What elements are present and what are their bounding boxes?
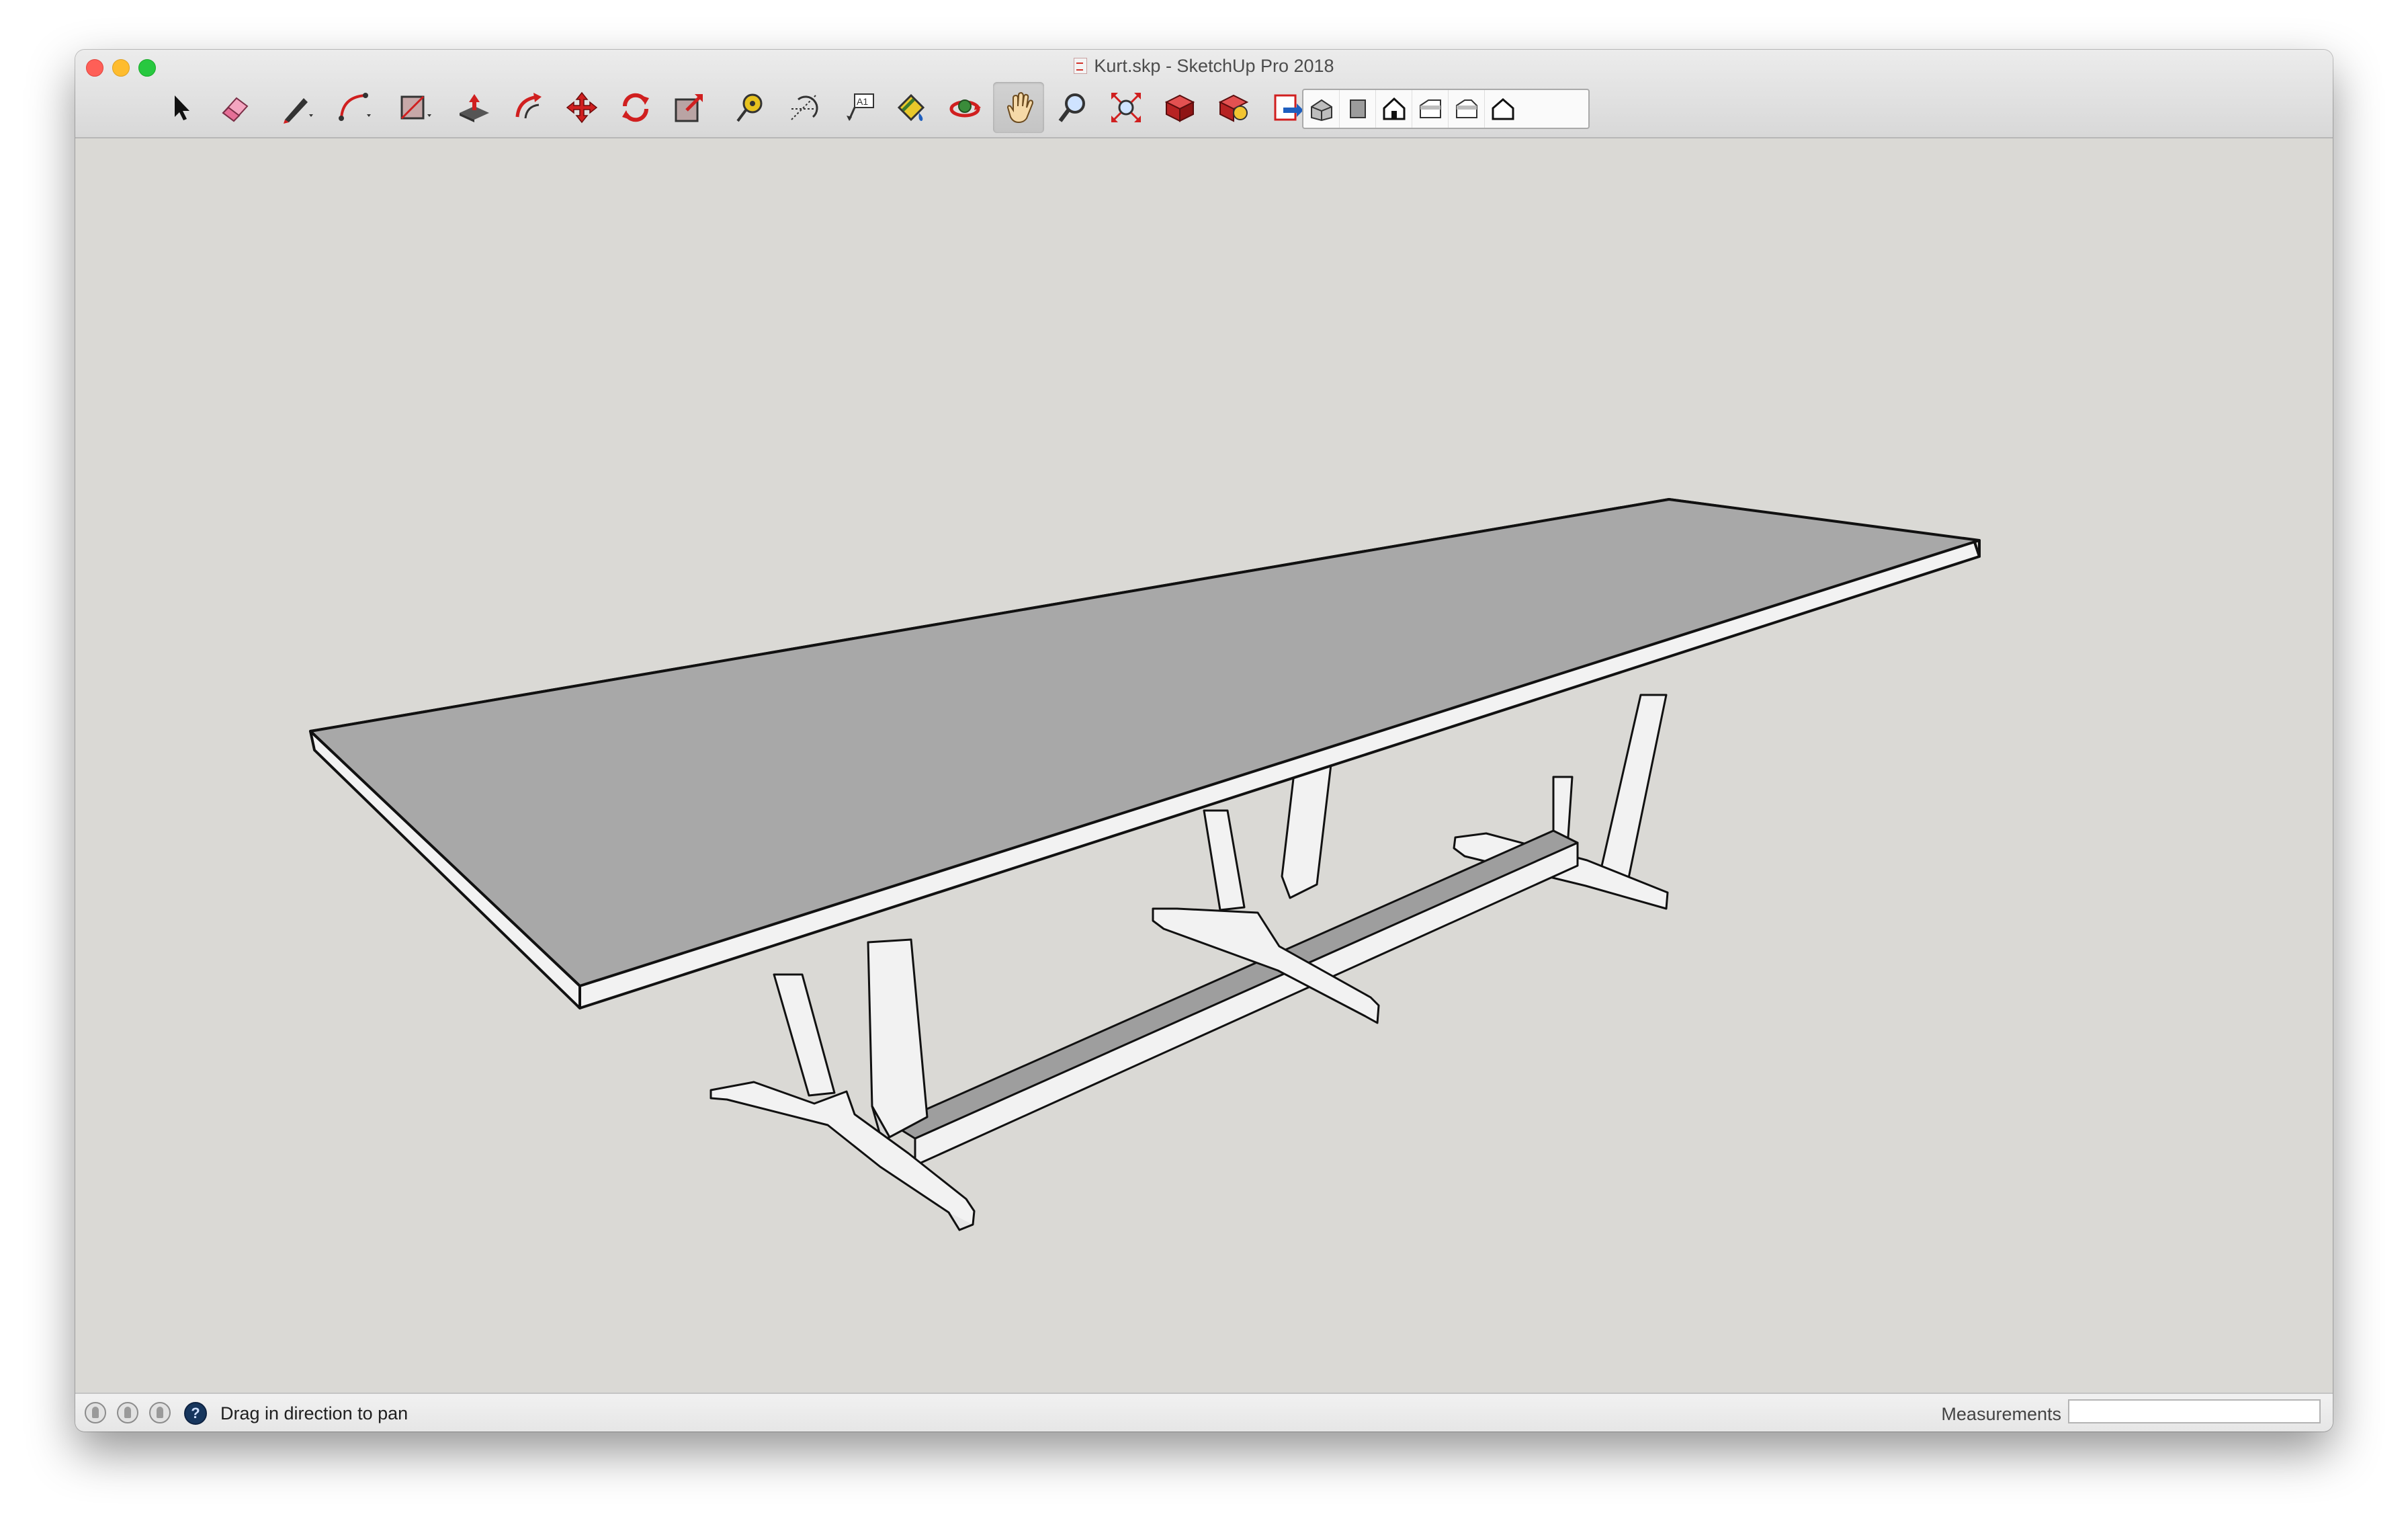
paint-bucket-tool-icon — [897, 93, 925, 122]
3d-warehouse-icon — [1164, 94, 1195, 122]
select-tool-icon — [175, 95, 189, 120]
tape-measure-tool-icon — [736, 93, 763, 122]
text-tool-icon: A1 — [847, 93, 874, 121]
extension-warehouse-icon — [1218, 94, 1249, 122]
zoom-tool-button[interactable] — [1047, 82, 1098, 133]
front-view-button[interactable] — [1376, 90, 1412, 128]
text-tool-glyph: A1 — [857, 96, 868, 107]
iso-view-button[interactable] — [1303, 90, 1340, 128]
measurements-label: Measurements — [1941, 1404, 2061, 1424]
top-view-button[interactable] — [1340, 90, 1376, 128]
zoom-extents-tool-button[interactable] — [1101, 82, 1152, 133]
window-title: Kurt.skp - SketchUp Pro 2018 — [75, 55, 2333, 77]
model-viewport[interactable] — [75, 138, 2333, 1339]
status-bar: ? Drag in direction to pan Measurements — [75, 1393, 2333, 1432]
eraser-tool-icon — [222, 97, 249, 122]
rectangle-tool-button[interactable] — [388, 82, 439, 133]
line-tool-icon — [284, 98, 313, 124]
rectangle-tool-icon — [400, 95, 431, 120]
push-pull-tool-icon — [460, 94, 489, 122]
views-toolbar — [1302, 89, 1590, 129]
3d-warehouse-button[interactable] — [1154, 82, 1205, 133]
paint-bucket-tool-button[interactable] — [886, 82, 937, 133]
front-view-icon — [1383, 97, 1405, 120]
front-leg-assembly — [710, 938, 976, 1231]
scale-tool-icon — [675, 94, 703, 122]
zoom-extents-tool-icon — [1111, 93, 1141, 122]
back-view-button[interactable] — [1449, 90, 1485, 128]
geo-location-icon[interactable] — [85, 1402, 106, 1423]
arc-tool-icon — [339, 93, 371, 121]
top-view-icon — [1349, 99, 1366, 118]
right-view-button[interactable] — [1412, 90, 1449, 128]
push-pull-tool-button[interactable] — [449, 82, 500, 133]
credits-icon[interactable] — [117, 1402, 138, 1423]
title-bar: Kurt.skp - SketchUp Pro 2018 A1 — [75, 50, 2333, 138]
text-tool-button[interactable]: A1 — [834, 82, 886, 133]
sketchup-window: Kurt.skp - SketchUp Pro 2018 A1 ? Drag i… — [75, 50, 2333, 1432]
table-top — [309, 498, 1981, 1009]
instructor-help-icon[interactable]: ? — [184, 1402, 207, 1425]
status-message: Drag in direction to pan — [220, 1403, 408, 1423]
document-icon — [1074, 58, 1088, 74]
protractor-tool-button[interactable] — [778, 82, 829, 133]
offset-tool-button[interactable] — [503, 82, 554, 133]
orbit-tool-icon — [949, 99, 981, 118]
pan-tool-button[interactable] — [993, 82, 1044, 133]
send-to-layout-icon — [1274, 94, 1303, 121]
tape-measure-tool-button[interactable] — [724, 82, 775, 133]
orbit-tool-button[interactable] — [939, 82, 990, 133]
iso-view-icon — [1310, 99, 1332, 122]
rotate-tool-icon — [622, 93, 649, 122]
pan-tool-icon — [1006, 91, 1033, 124]
extension-warehouse-button[interactable] — [1208, 82, 1259, 133]
account-icon[interactable] — [149, 1402, 171, 1423]
table-model — [309, 498, 1981, 1231]
scale-tool-button[interactable] — [664, 82, 715, 133]
line-tool-button[interactable] — [270, 82, 321, 133]
measurements-input[interactable] — [2068, 1399, 2321, 1423]
eraser-tool-button[interactable] — [210, 82, 261, 133]
left-view-icon — [1492, 98, 1514, 120]
select-tool-button[interactable] — [156, 82, 207, 133]
back-view-icon — [1455, 99, 1477, 118]
arc-tool-button[interactable] — [328, 82, 379, 133]
right-view-icon — [1419, 99, 1441, 118]
protractor-tool-icon — [791, 95, 818, 120]
move-tool-button[interactable] — [556, 82, 607, 133]
move-tool-icon — [566, 91, 598, 124]
offset-tool-icon — [515, 93, 542, 119]
rotate-tool-button[interactable] — [610, 82, 661, 133]
zoom-tool-icon — [1058, 93, 1085, 122]
left-view-button[interactable] — [1485, 90, 1520, 128]
window-title-text: Kurt.skp - SketchUp Pro 2018 — [1094, 56, 1334, 76]
